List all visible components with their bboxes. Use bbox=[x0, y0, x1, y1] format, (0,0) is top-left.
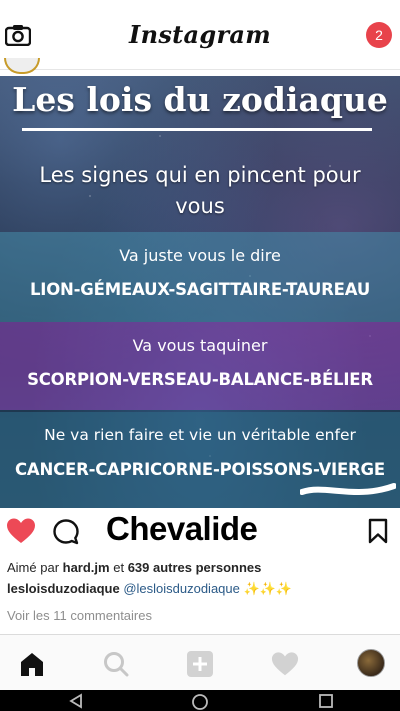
band-intro: Ne va rien faire et vie un véritable enf… bbox=[44, 426, 356, 444]
image-subtitle: Les signes qui en pincent pour vous bbox=[39, 163, 361, 218]
sparkles-emoji: ✨✨✨ bbox=[243, 581, 293, 596]
post-caption: lesloisduzodiaque @lesloisduzodiaque ✨✨✨ bbox=[7, 581, 292, 597]
top-app-bar: Instagram 2 bbox=[0, 0, 400, 74]
zodiac-band-3: Ne va rien faire et vie un véritable enf… bbox=[0, 412, 400, 508]
likes-user[interactable]: hard.jm bbox=[63, 560, 110, 575]
likes-mid: et bbox=[109, 560, 128, 575]
like-heart-icon[interactable] bbox=[6, 517, 36, 545]
caption-mention[interactable]: @lesloisduzodiaque bbox=[123, 581, 240, 596]
home-circle-icon[interactable] bbox=[191, 693, 209, 711]
back-icon[interactable] bbox=[68, 693, 84, 709]
post-author-avatar[interactable] bbox=[4, 58, 40, 74]
band-signs: LION-GÉMEAUX-SAGITTAIRE-TAUREAU bbox=[29, 280, 371, 299]
activity-heart-icon[interactable] bbox=[271, 650, 299, 678]
comment-icon[interactable] bbox=[52, 518, 80, 546]
zodiac-band-2: Va vous taquiner SCORPION-VERSEAU-BALANC… bbox=[0, 322, 400, 410]
brush-swoosh-decoration bbox=[300, 483, 396, 495]
likes-count[interactable]: 639 autres personnes bbox=[128, 560, 262, 575]
bookmark-icon[interactable] bbox=[368, 518, 388, 544]
recents-icon[interactable] bbox=[318, 693, 334, 709]
instagram-screen: Instagram 2 Les lois du zodiaque Les sig… bbox=[0, 0, 400, 711]
overlay-name: Chevalide bbox=[106, 510, 258, 547]
band-intro: Va juste vous le dire bbox=[119, 246, 281, 265]
band-intro: Va vous taquiner bbox=[132, 336, 268, 355]
band-signs: CANCER-CAPRICORNE-POISSONS-VIERGE bbox=[15, 460, 385, 479]
likes-summary[interactable]: Aimé par hard.jm et 639 autres personnes bbox=[7, 560, 261, 575]
post-image[interactable]: Les lois du zodiaque Les signes qui en p… bbox=[0, 76, 400, 508]
view-comments-link[interactable]: Voir les 11 commentaires bbox=[7, 608, 152, 623]
profile-avatar[interactable] bbox=[357, 649, 385, 677]
title-underline bbox=[22, 128, 372, 131]
caption-username[interactable]: lesloisduzodiaque bbox=[7, 581, 120, 596]
post-actions-row: Chevalide bbox=[0, 508, 400, 556]
notification-badge[interactable]: 2 bbox=[366, 22, 392, 48]
likes-prefix: Aimé par bbox=[7, 560, 63, 575]
bottom-navigation bbox=[0, 634, 400, 690]
add-post-icon[interactable] bbox=[186, 650, 214, 678]
system-navigation-bar bbox=[0, 690, 400, 711]
band-signs: SCORPION-VERSEAU-BALANCE-BÉLIER bbox=[27, 370, 373, 389]
zodiac-band-1: Va juste vous le dire LION-GÉMEAUX-SAGIT… bbox=[0, 232, 400, 322]
home-icon[interactable] bbox=[18, 650, 46, 678]
image-title: Les lois du zodiaque bbox=[12, 80, 388, 119]
search-icon[interactable] bbox=[102, 650, 130, 678]
app-title: Instagram bbox=[129, 20, 271, 49]
